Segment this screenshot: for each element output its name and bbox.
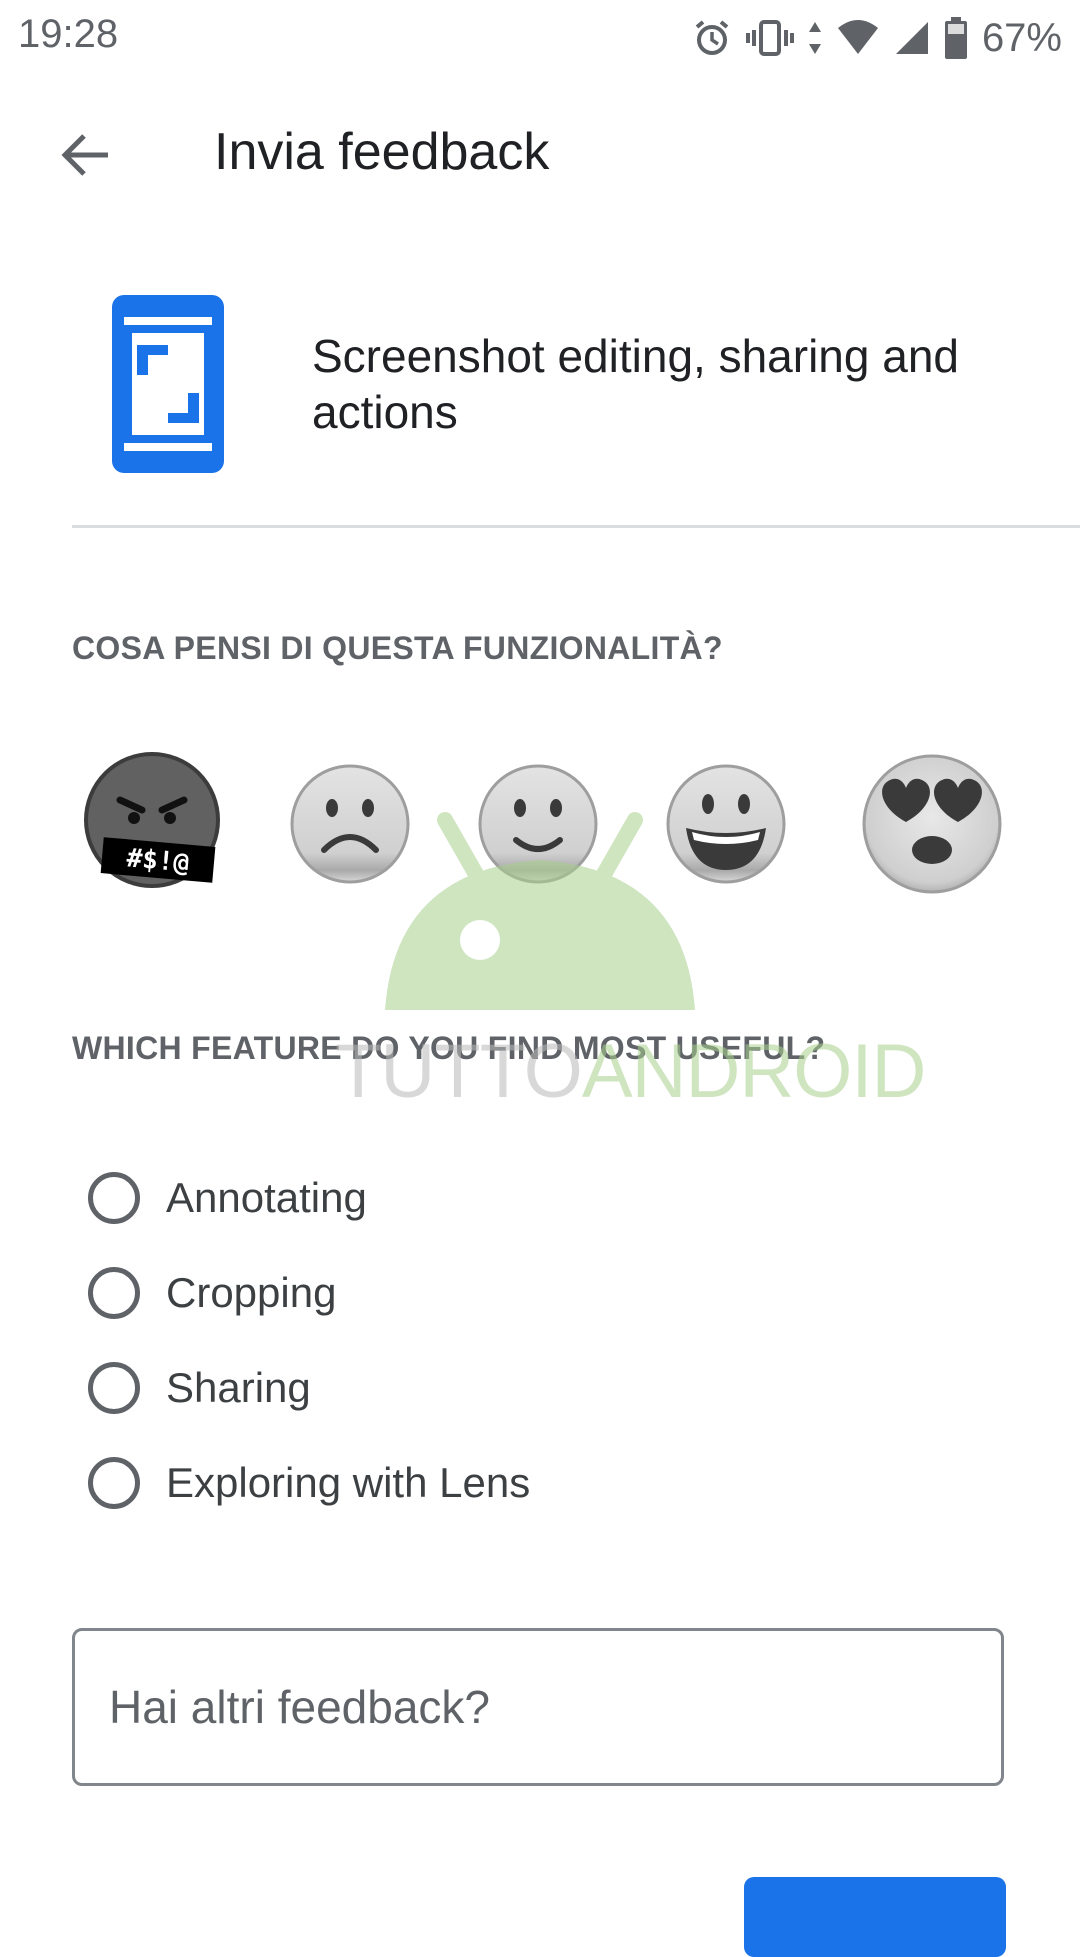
- radio-button[interactable]: [88, 1456, 140, 1509]
- wifi-icon: [837, 20, 878, 54]
- option-label: Annotating: [166, 1173, 367, 1221]
- status-icons: 67%: [692, 10, 1062, 66]
- angry-face-icon[interactable]: #$!@: [82, 752, 226, 902]
- slightly-smiling-face-icon[interactable]: [476, 762, 600, 886]
- cell-signal-icon: [895, 22, 928, 54]
- option-sharing[interactable]: Sharing: [88, 1340, 530, 1435]
- send-button[interactable]: [744, 1877, 1006, 1957]
- back-button[interactable]: [40, 120, 130, 190]
- radio-button[interactable]: [88, 1266, 140, 1319]
- radio-button[interactable]: [88, 1171, 140, 1224]
- arrow-back-icon: [61, 134, 108, 176]
- heart-eyes-face-icon[interactable]: [860, 752, 1004, 896]
- page-title: Invia feedback: [214, 123, 550, 181]
- battery-icon: [944, 17, 967, 59]
- option-exploring-with-lens[interactable]: Exploring with Lens: [88, 1435, 530, 1530]
- feature-title: Screenshot editing, sharing and actions: [312, 330, 959, 438]
- option-label: Exploring with Lens: [166, 1458, 531, 1506]
- divider: [72, 525, 1080, 528]
- frowning-face-icon[interactable]: [288, 762, 412, 886]
- rating-question-heading: COSA PENSI DI QUESTA FUNZIONALITÀ?: [72, 630, 723, 666]
- screenshot-phone-icon: [112, 295, 224, 473]
- alarm-icon: [695, 20, 729, 55]
- angry-face-label: #$!@: [125, 843, 190, 878]
- radio-button[interactable]: [88, 1361, 140, 1414]
- status-time: 19:28: [18, 12, 119, 56]
- feature-options: Annotating Cropping Sharing Exploring wi…: [88, 1150, 530, 1530]
- grinning-face-icon[interactable]: [664, 762, 788, 886]
- option-annotating[interactable]: Annotating: [88, 1150, 530, 1245]
- feature-question-heading: WHICH FEATURE DO YOU FIND MOST USEFUL?: [72, 1030, 826, 1066]
- option-label: Sharing: [166, 1363, 311, 1411]
- feature-header: Screenshot editing, sharing and actions: [0, 280, 1080, 490]
- option-cropping[interactable]: Cropping: [88, 1245, 530, 1340]
- vibrate-icon: [745, 20, 794, 56]
- app-bar: Invia feedback: [0, 100, 1080, 210]
- battery-percent: 67%: [981, 15, 1062, 60]
- rating-options: #$!@: [0, 752, 1080, 902]
- status-bar: 19:28 67%: [0, 0, 1080, 80]
- data-arrows-icon: [808, 22, 821, 54]
- option-label: Cropping: [166, 1268, 337, 1316]
- feedback-input[interactable]: [72, 1628, 1004, 1786]
